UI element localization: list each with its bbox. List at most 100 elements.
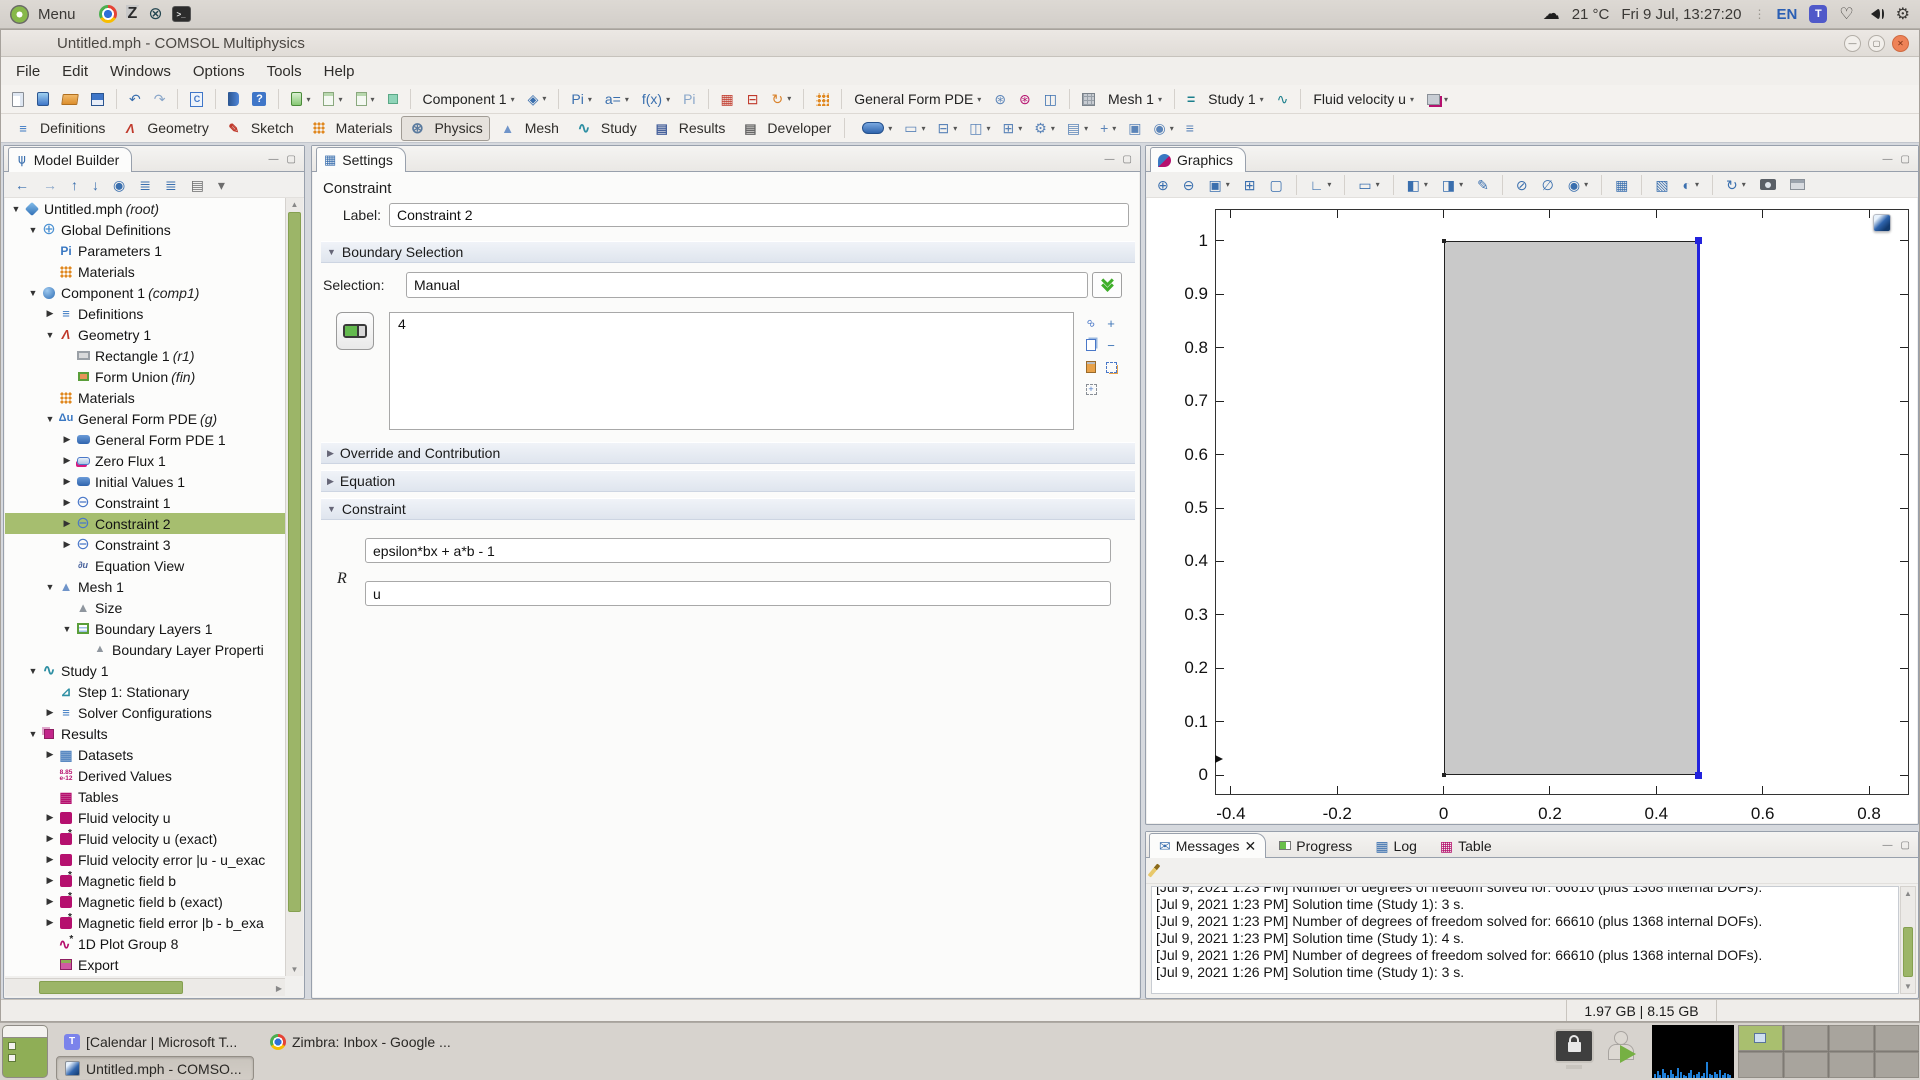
tree-expander[interactable]: ▶ xyxy=(60,539,74,550)
network-monitor-graph[interactable] xyxy=(1652,1025,1734,1078)
tree-item-magnetic-field-b[interactable]: ▶Magnetic field b xyxy=(5,870,285,891)
close-button[interactable]: ✕ xyxy=(1892,35,1909,52)
paste-button[interactable]: C xyxy=(185,89,208,110)
tree-item-materials[interactable]: Materials xyxy=(5,261,285,282)
tree-expander[interactable]: ▶ xyxy=(43,896,57,907)
section-boundary-selection[interactable]: ▼ Boundary Selection xyxy=(321,241,1135,263)
chrome-launcher-icon[interactable] xyxy=(99,5,117,23)
settings-gear-icon[interactable]: ⚙ xyxy=(1896,4,1910,24)
tree-expander[interactable]: ▼ xyxy=(26,225,40,235)
zimbra-launcher-icon[interactable]: Z xyxy=(126,5,140,23)
logout-icon[interactable] xyxy=(1604,1031,1644,1071)
full-window-button[interactable]: ▣ xyxy=(1123,118,1146,138)
desktop-settings-button[interactable]: ⚙▾ xyxy=(1029,118,1060,138)
boundary-selection-list[interactable]: 4 xyxy=(389,312,1074,430)
tree-item-magnetic-field-b-exact[interactable]: ▶Magnetic field b (exact) xyxy=(5,891,285,912)
workspace-cell-4[interactable] xyxy=(1875,1025,1920,1051)
taskbar-window-untitled-mph-comso[interactable]: Untitled.mph - COMSO... xyxy=(56,1056,254,1080)
menu-options[interactable]: Options xyxy=(182,60,256,83)
forward-button[interactable]: → xyxy=(38,175,62,195)
open-from-button[interactable] xyxy=(32,89,54,109)
study-selector[interactable]: Study 1▾ xyxy=(1203,88,1269,110)
tree-item-derived-values[interactable]: 8.85 e-12Derived Values xyxy=(5,765,285,786)
tree-item-constraint-1[interactable]: ▶⊖Constraint 1 xyxy=(5,492,285,513)
distro-menu-icon[interactable] xyxy=(10,5,29,24)
selection-active-switch[interactable] xyxy=(336,312,374,350)
box-select-button[interactable]: ◧▾ xyxy=(1402,175,1433,195)
selection-combo[interactable]: Manual xyxy=(406,272,1088,298)
physics-selector[interactable]: General Form PDE▾ xyxy=(849,88,986,110)
hide-objects-button[interactable]: ⊘ xyxy=(1511,175,1533,195)
ribbon-tab-geometry[interactable]: ΛGeometry xyxy=(114,116,215,141)
panel-minimize-icon[interactable]: — xyxy=(1883,154,1893,165)
tab-close-icon[interactable]: ✕ xyxy=(1245,838,1257,855)
tree-item-size[interactable]: ▲Size xyxy=(5,597,285,618)
tab-progress[interactable]: Progress xyxy=(1269,833,1362,858)
expand-all-button[interactable]: ≣ xyxy=(134,175,156,195)
undo-button[interactable]: ↶ xyxy=(124,89,146,109)
constraint-expression-field[interactable]: epsilon*bx + a*b - 1 xyxy=(365,538,1111,563)
teams-tray-icon[interactable]: T xyxy=(1809,5,1827,23)
tree-expander[interactable]: ▶ xyxy=(60,455,74,466)
select-boundaries-button[interactable]: ▭▾ xyxy=(1353,175,1384,195)
zoom-extents-button[interactable]: ⊞ xyxy=(1239,175,1261,195)
volume-icon[interactable] xyxy=(1866,9,1884,19)
tree-expander[interactable]: ▶ xyxy=(43,854,57,865)
ribbon-tab-study[interactable]: ∿Study xyxy=(568,116,644,141)
parameter-case-button[interactable]: Pi xyxy=(678,88,700,110)
camera-button[interactable] xyxy=(1755,176,1781,193)
show-button[interactable]: ◉ xyxy=(108,175,130,195)
move-up-button[interactable]: ↑ xyxy=(66,175,83,195)
remove-from-selection-icon[interactable]: − xyxy=(1107,338,1115,353)
section-equation[interactable]: ▶ Equation xyxy=(321,470,1135,492)
tab-table[interactable]: ▦Table xyxy=(1430,833,1502,858)
layout-list-button[interactable]: ≡ xyxy=(1181,118,1199,138)
tree-expander[interactable]: ▼ xyxy=(43,582,57,592)
redo-button[interactable]: ↷ xyxy=(149,89,171,109)
panel-maximize-icon[interactable]: ▢ xyxy=(1123,154,1132,165)
paint-select-button[interactable]: ✎ xyxy=(1472,175,1494,195)
graphics-tab[interactable]: Graphics xyxy=(1150,147,1246,172)
tree-item-constraint-3[interactable]: ▶⊖Constraint 3 xyxy=(5,534,285,555)
menu-help[interactable]: Help xyxy=(313,60,366,83)
tab-messages[interactable]: ✉Messages✕ xyxy=(1149,833,1266,858)
tree-item-fluid-velocity-u-exact[interactable]: ▶Fluid velocity u (exact) xyxy=(5,828,285,849)
windows-pill-button[interactable]: ▾ xyxy=(857,119,897,137)
workspace-cell-6[interactable] xyxy=(1784,1052,1829,1078)
panel-minimize-icon[interactable]: — xyxy=(1105,154,1115,165)
workspace-cell-7[interactable] xyxy=(1829,1052,1874,1078)
taskbar-window-zimbra-inbox-google[interactable]: Zimbra: Inbox - Google ... xyxy=(262,1029,460,1054)
method-call-button[interactable]: ▾ xyxy=(318,89,347,109)
add-multiphysics-button[interactable]: ⊛ xyxy=(1014,89,1036,109)
tree-item-results[interactable]: ▼Results xyxy=(5,723,285,744)
comsol-logo-button[interactable] xyxy=(1873,214,1891,232)
tree-expander[interactable]: ▼ xyxy=(26,288,40,298)
zoom-to-selection-icon[interactable]: + xyxy=(1086,384,1097,395)
model-tree-vscrollbar[interactable]: ▲ ▼ xyxy=(285,198,303,976)
workspace-cell-1[interactable] xyxy=(1738,1025,1783,1051)
tree-expander[interactable]: ▶ xyxy=(43,875,57,886)
stop-method-button[interactable] xyxy=(383,91,403,107)
tree-item-solver-configurations[interactable]: ▶≡Solver Configurations xyxy=(5,702,285,723)
tree-item-boundary-layers-1[interactable]: ▼Boundary Layers 1 xyxy=(5,618,285,639)
tree-item-tables[interactable]: ▦Tables xyxy=(5,786,285,807)
app-launcher-icon[interactable]: ⊗ xyxy=(148,4,162,24)
tree-expander[interactable]: ▶ xyxy=(43,707,57,718)
settings-tab[interactable]: ▦ Settings xyxy=(316,147,406,172)
vertex-handle[interactable] xyxy=(1695,772,1702,779)
compile-button[interactable]: ▾ xyxy=(286,89,315,109)
ribbon-tab-mesh[interactable]: ▲Mesh xyxy=(492,116,566,141)
tree-item-general-form-pde[interactable]: ▼ΔuGeneral Form PDE (g) xyxy=(5,408,285,429)
heart-tray-icon[interactable]: ♡ xyxy=(1839,4,1853,24)
layout-columns-button[interactable]: ◫▾ xyxy=(964,118,995,138)
add-window-button[interactable]: +▾ xyxy=(1095,118,1121,138)
views-button[interactable]: ▤▾ xyxy=(1062,118,1093,138)
layout-grid-button[interactable]: ⊞▾ xyxy=(998,118,1028,138)
tree-expander[interactable]: ▼ xyxy=(9,204,23,214)
titlebar[interactable]: Untitled.mph - COMSOL Multiphysics — ▢ ✕ xyxy=(1,30,1919,57)
panel-maximize-icon[interactable]: ▢ xyxy=(1901,154,1910,165)
tree-item-parameters-1[interactable]: PiParameters 1 xyxy=(5,240,285,261)
update-solution-button[interactable]: ↻▾ xyxy=(767,89,797,109)
zoom-box-button[interactable]: ▣▾ xyxy=(1203,175,1234,195)
tree-expander[interactable]: ▶ xyxy=(43,308,57,319)
